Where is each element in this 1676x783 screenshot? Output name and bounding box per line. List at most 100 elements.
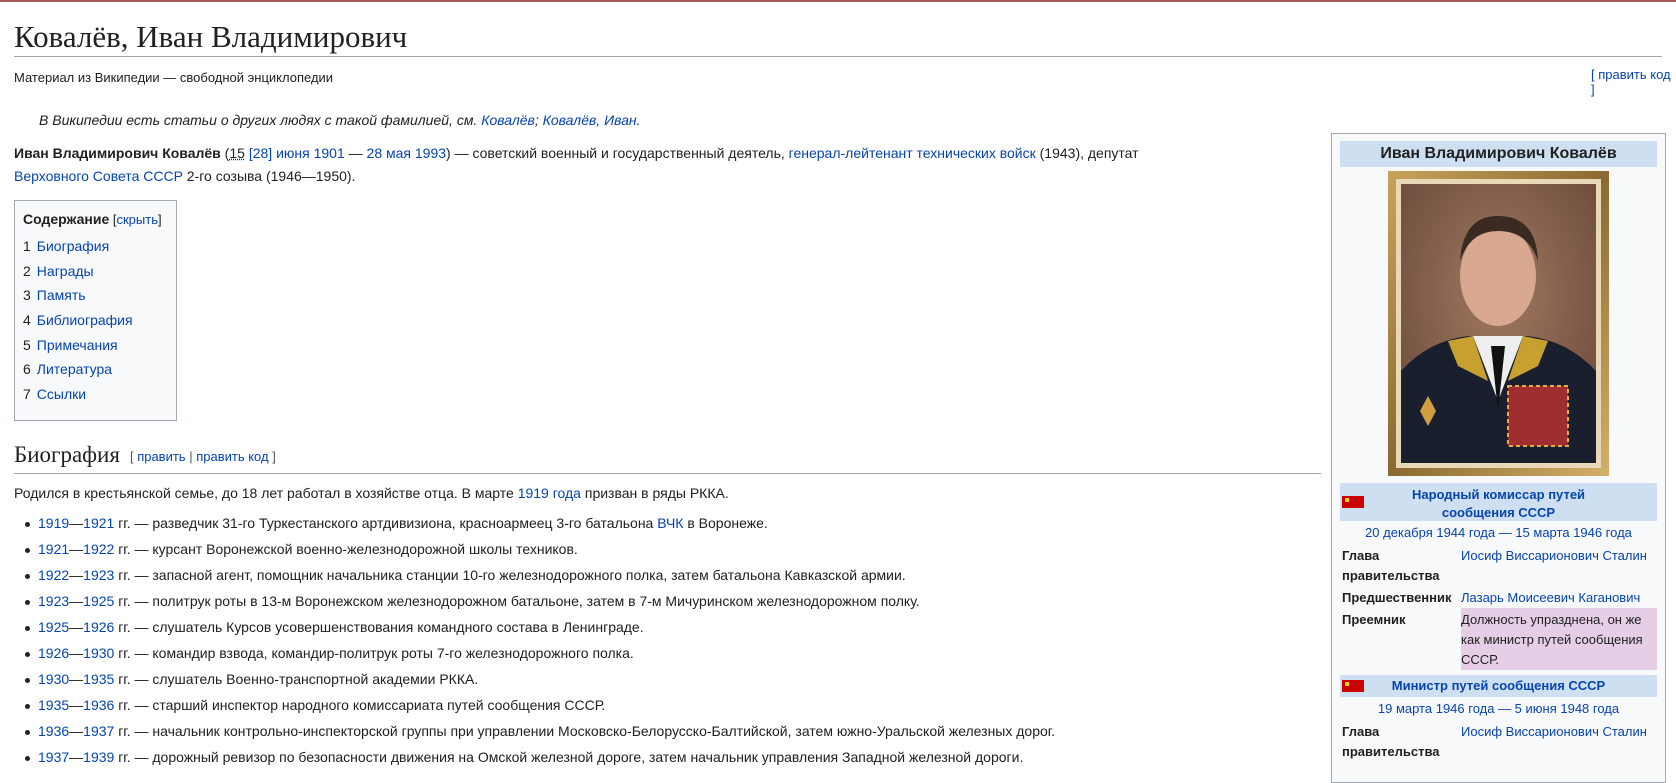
list-item-text: гг. — разведчик 31-го Туркестанского арт… [114,515,658,531]
hatnote-link-kovalev[interactable]: Ковалёв [481,112,535,128]
infobox-section-minister: Министр путей сообщения СССР [1340,675,1657,697]
toc-item-link[interactable]: Биография [37,238,109,254]
year-end-link[interactable]: 1921 [83,515,114,531]
toc-item[interactable]: 7 Ссылки [23,382,168,407]
toc-item-link[interactable]: Литература [37,361,112,377]
infobox-row-label: Предшественник [1342,590,1452,605]
bio-intro-year-link[interactable]: 1919 года [518,485,581,501]
infobox-dates-link[interactable]: 20 декабря 1944 года — 15 марта 1946 год… [1365,525,1632,540]
ussr-flag-icon [1342,680,1364,692]
toc-item-number: 1 [23,238,31,254]
year-end-link[interactable]: 1925 [83,593,114,609]
infobox-dates-link[interactable]: 19 марта 1946 года — 5 июня 1948 года [1378,701,1619,716]
list-item-text: гг. — начальник контрольно-инспекторской… [114,723,1056,739]
section-edit-links: [ править | править код ] [129,448,276,464]
toc-item-link[interactable]: Библиография [37,312,133,328]
infobox-row-value-link[interactable]: Лазарь Моисеевич Каганович [1461,590,1640,605]
list-item: 1925—1926 гг. — слушатель Курсов усоверш… [25,616,1338,642]
toc-item[interactable]: 6 Литература [23,357,168,382]
toc-item-number: 6 [23,361,31,378]
hatnote-link-kovalev-ivan[interactable]: Ковалёв, Иван [543,112,637,128]
lead-death-date-link[interactable]: 28 мая 1993 [367,145,447,161]
toc-item[interactable]: 2 Награды [23,259,168,284]
toc-header: Содержание [скрыть] [23,211,168,227]
lead-dash: — [344,145,367,161]
year-start-link[interactable]: 1930 [38,671,69,687]
list-item: 1926—1930 гг. — командир взвода, команди… [25,642,1338,668]
infobox-row-head-of-government: Глава правительства Иосиф Виссарионович … [1340,720,1657,762]
toc-list: 1 Биография 2 Награды 3 Память 4 Библиографи… [23,234,168,407]
year-end-link[interactable]: 1935 [83,671,114,687]
year-start-link[interactable]: 1921 [38,541,69,557]
year-start-link[interactable]: 1923 [38,593,69,609]
ussr-flag-icon [1342,496,1364,508]
list-item-tail: в Воронеже. [683,515,768,531]
year-end-link[interactable]: 1939 [83,749,114,765]
page-title: Ковалёв, Иван Владимирович [14,0,1662,57]
list-item-text: гг. — слушатель Военно-транспортной акад… [114,671,479,687]
lead-birth-date-link[interactable]: июня 1901 [272,145,345,161]
year-start-link[interactable]: 1935 [38,697,69,713]
list-item: 1921—1922 гг. — курсант Воронежской воен… [25,538,1338,564]
lead-subject-name: Иван Владимирович Ковалёв [14,145,221,161]
toc-item-link[interactable]: Ссылки [37,386,86,402]
hatnote: В Википедии есть статьи о других людях с… [39,112,640,128]
cheka-link[interactable]: ВЧК [657,515,683,531]
hatnote-text: В Википедии есть статьи о других людях с… [39,112,482,128]
toc-item-number: 2 [23,262,31,279]
toc-item-link[interactable]: Награды [37,263,94,279]
hatnote-suffix: . [636,112,641,128]
site-tagline: Материал из Википедии — свободной энцикл… [14,70,334,85]
hatnote-separator: ; [534,112,543,128]
year-end-link[interactable]: 1923 [83,567,114,583]
year-start-link[interactable]: 1936 [38,723,69,739]
infobox-title: Иван Владимирович Ковалёв [1340,141,1657,167]
infobox-row-value-link[interactable]: Иосиф Виссарионович Сталин [1461,548,1647,563]
year-end-link[interactable]: 1930 [83,645,114,661]
year-start-link[interactable]: 1926 [38,645,69,661]
lead-paragraph: Иван Владимирович Ковалёв (15 [28] июня … [14,142,1314,188]
lead-birth-day: 15 [229,145,245,161]
biography-list: 1919—1921 гг. — разведчик 31-го Туркеста… [14,512,1338,772]
lead-end-text: 2-го созыва (1946—1950). [182,168,356,184]
infobox-row-label: Преемник [1342,612,1406,627]
lead-rank-link[interactable]: генерал-лейтенант технических войск [789,145,1036,161]
toc-item-number: 3 [23,287,31,304]
infobox-section-narkom: Народный комиссар путей сообщения СССР [1340,483,1657,521]
section-edit-link[interactable]: править [137,449,185,464]
toc-item-link[interactable]: Память [37,287,86,303]
infobox-section-title-link[interactable]: Народный комиссар путей сообщения СССР [1340,483,1657,525]
year-start-link[interactable]: 1919 [38,515,69,531]
toc-item[interactable]: 3 Память [23,283,168,308]
toc-item[interactable]: 4 Библиография [23,308,168,333]
portrait-graphic [1388,171,1609,476]
year-end-link[interactable]: 1926 [83,619,114,635]
infobox-row-value-link[interactable]: Иосиф Виссарионович Сталин [1461,724,1647,739]
edit-code-link[interactable]: [ править код ] [1591,67,1676,97]
section-heading-text: Биография [14,442,120,467]
year-start-link[interactable]: 1937 [38,749,69,765]
toc-item[interactable]: 5 Примечания [23,333,168,358]
year-end-link[interactable]: 1922 [83,541,114,557]
infobox-row-head-of-government: Глава правительства Иосиф Виссарионович … [1340,544,1657,586]
lead-birth-old-style-link[interactable]: [28] [245,145,272,161]
portrait-image[interactable] [1388,171,1609,476]
infobox-row-label: Глава правительства [1342,724,1440,759]
list-item-text: гг. — дорожный ревизор по безопасности д… [114,749,1024,765]
infobox-row-predecessor: Предшественник Лазарь Моисеевич Каганови… [1340,586,1657,608]
list-item: 1937—1939 гг. — дорожный ревизор по безо… [25,746,1338,772]
toc-item-number: 5 [23,336,31,353]
list-item-text: гг. — слушатель Курсов усовершенствовани… [114,619,644,635]
list-item-text: гг. — запасной агент, помощник начальник… [114,567,906,583]
infobox-section-title-link[interactable]: Министр путей сообщения СССР [1340,675,1657,697]
year-start-link[interactable]: 1922 [38,567,69,583]
toc-item-link[interactable]: Примечания [37,337,118,353]
lead-supreme-soviet-link[interactable]: Верховного Совета СССР [14,168,183,184]
year-start-link[interactable]: 1925 [38,619,69,635]
toc-item[interactable]: 1 Биография [23,234,168,259]
section-edit-code-link[interactable]: править код [196,449,268,464]
year-end-link[interactable]: 1936 [83,697,114,713]
list-item: 1919—1921 гг. — разведчик 31-го Туркеста… [25,512,1338,538]
year-end-link[interactable]: 1937 [83,723,114,739]
toc-hide-link[interactable]: скрыть [116,212,158,227]
